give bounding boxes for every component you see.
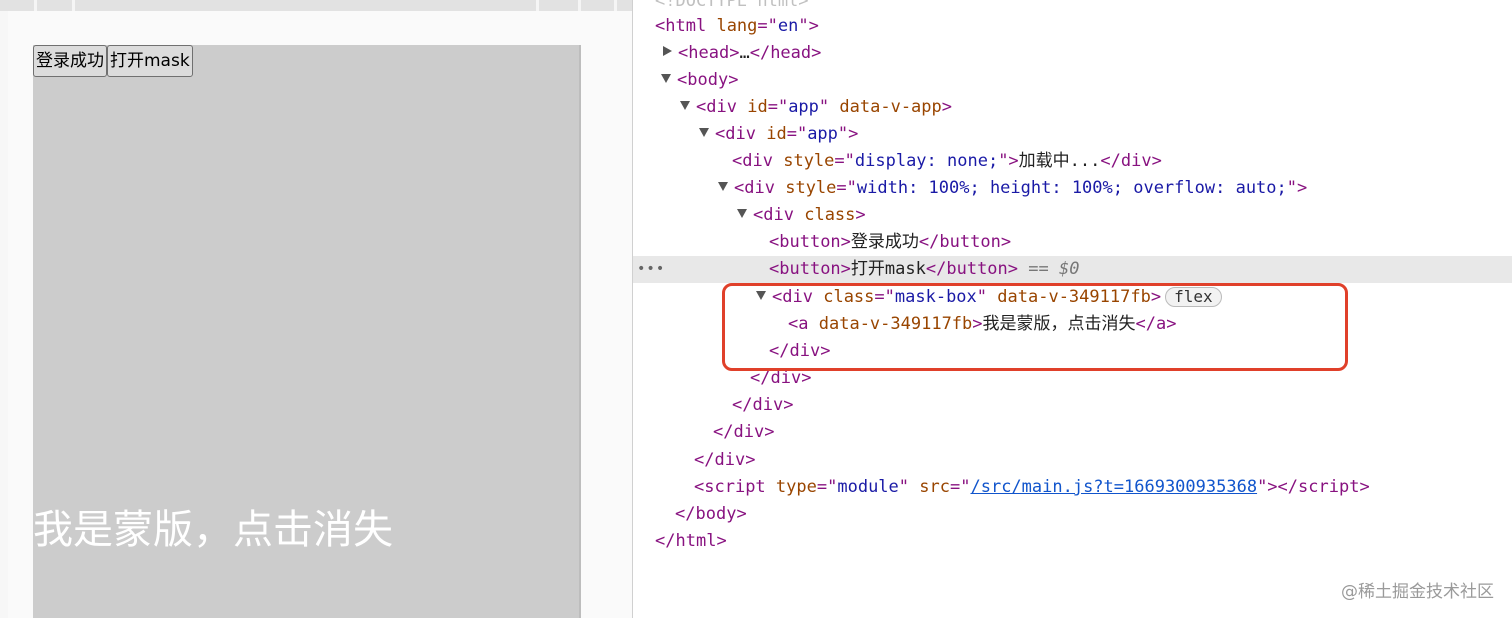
text-node: 打开mask [850, 259, 926, 279]
class-div-line[interactable]: <div class> [737, 202, 1512, 229]
selected-node-marker: == $0 [1028, 259, 1080, 279]
scroll-div-line[interactable]: <div style="width: 100%; height: 100%; o… [718, 175, 1512, 202]
open-mask-button[interactable]: 打开mask [107, 45, 193, 77]
tag-name: div [725, 124, 756, 144]
collapse-triangle-icon[interactable] [661, 73, 671, 83]
attr-value: app [807, 124, 838, 144]
tag-name: body [687, 70, 729, 90]
attr-name: style [785, 178, 837, 198]
tag-name: button [779, 259, 841, 279]
attr-name: style [783, 151, 835, 171]
expand-triangle-icon[interactable] [663, 46, 672, 56]
tag-name: div [714, 450, 746, 470]
button-row: 登录成功 打开mask [33, 45, 193, 77]
tag-name: head [770, 43, 812, 63]
body-open-line[interactable]: <body> [661, 67, 1512, 94]
tag-name: div [744, 178, 775, 198]
tag-name: button [779, 232, 841, 252]
watermark: @稀土掘金技术社区 [1341, 582, 1494, 602]
attr-name: id [766, 124, 787, 144]
tag-name: html [675, 531, 717, 551]
scroll-container[interactable]: 登录成功 打开mask 我是蒙版，点击消失 [33, 45, 581, 618]
text-node: 加载中... [1018, 151, 1101, 171]
page-preview: 登录成功 打开mask 我是蒙版，点击消失 [0, 0, 632, 618]
mask-box[interactable]: 我是蒙版，点击消失 [33, 45, 581, 618]
tag-name: div [752, 395, 784, 415]
attr-name: data-v-app [839, 97, 942, 117]
app-inner-line[interactable]: <div id="app"> [699, 121, 1512, 148]
attr-name: type [775, 477, 817, 497]
loading-div-line[interactable]: <div style="display: none;">加载中...</div> [732, 148, 1512, 175]
tag-name: div [770, 368, 802, 388]
tag-name: button [939, 232, 1001, 252]
tag-name: head [688, 43, 730, 63]
tag-name: div [1120, 151, 1152, 171]
html-open-line[interactable]: <html lang="en"> [655, 13, 1512, 40]
login-success-button[interactable]: 登录成功 [33, 45, 107, 77]
browser-top-strip [0, 0, 632, 11]
more-options-icon[interactable]: ••• [637, 256, 665, 283]
head-line[interactable]: <head>…</head> [663, 40, 1512, 67]
attr-value: width: 100%; height: 100%; overflow: aut… [856, 178, 1287, 198]
collapse-triangle-icon[interactable] [680, 100, 690, 110]
attr-value: module [837, 477, 899, 497]
attr-name: id [747, 97, 768, 117]
app-outer-close-line[interactable]: </div> [694, 447, 1512, 474]
button2-line-selected[interactable]: ••• <button>打开mask</button> == $0 [633, 256, 1512, 283]
collapse-triangle-icon[interactable] [737, 208, 747, 218]
attr-value: display: none; [854, 151, 999, 171]
tag-name: div [733, 422, 765, 442]
collapsed-ellipsis: … [739, 43, 750, 63]
red-highlight-box [722, 283, 1348, 371]
attr-value: app [788, 97, 819, 117]
attr-name: src [919, 477, 950, 497]
text-node: 登录成功 [850, 232, 919, 252]
html-close-line[interactable]: </html> [655, 528, 1512, 555]
tag-name: body [695, 504, 737, 524]
collapse-triangle-icon[interactable] [699, 127, 709, 137]
button1-line[interactable]: <button>登录成功</button> [769, 229, 1512, 256]
tag-name: script [1298, 477, 1360, 497]
body-close-line[interactable]: </body> [675, 501, 1512, 528]
attr-value: en [777, 16, 799, 36]
scroll-div-close-line[interactable]: </div> [732, 392, 1512, 419]
mask-dismiss-link[interactable]: 我是蒙版，点击消失 [33, 506, 393, 554]
tag-name: button [946, 259, 1008, 279]
script-src-link[interactable]: /src/main.js?t=1669300935368 [970, 477, 1257, 497]
collapse-triangle-icon[interactable] [718, 181, 728, 191]
attr-name: lang [716, 16, 758, 36]
app-inner-close-line[interactable]: </div> [713, 419, 1512, 446]
tag-name: div [706, 97, 737, 117]
tag-name: div [742, 151, 773, 171]
tag-name: div [763, 205, 794, 225]
doctype-text: <!DOCTYPE html> [655, 0, 809, 11]
tag-name: html [665, 16, 707, 36]
app-outer-line[interactable]: <div id="app" data-v-app> [680, 94, 1512, 121]
attr-name: class [804, 205, 856, 225]
script-line[interactable]: <script type="module" src="/src/main.js?… [694, 474, 1512, 501]
tag-name: script [704, 477, 766, 497]
